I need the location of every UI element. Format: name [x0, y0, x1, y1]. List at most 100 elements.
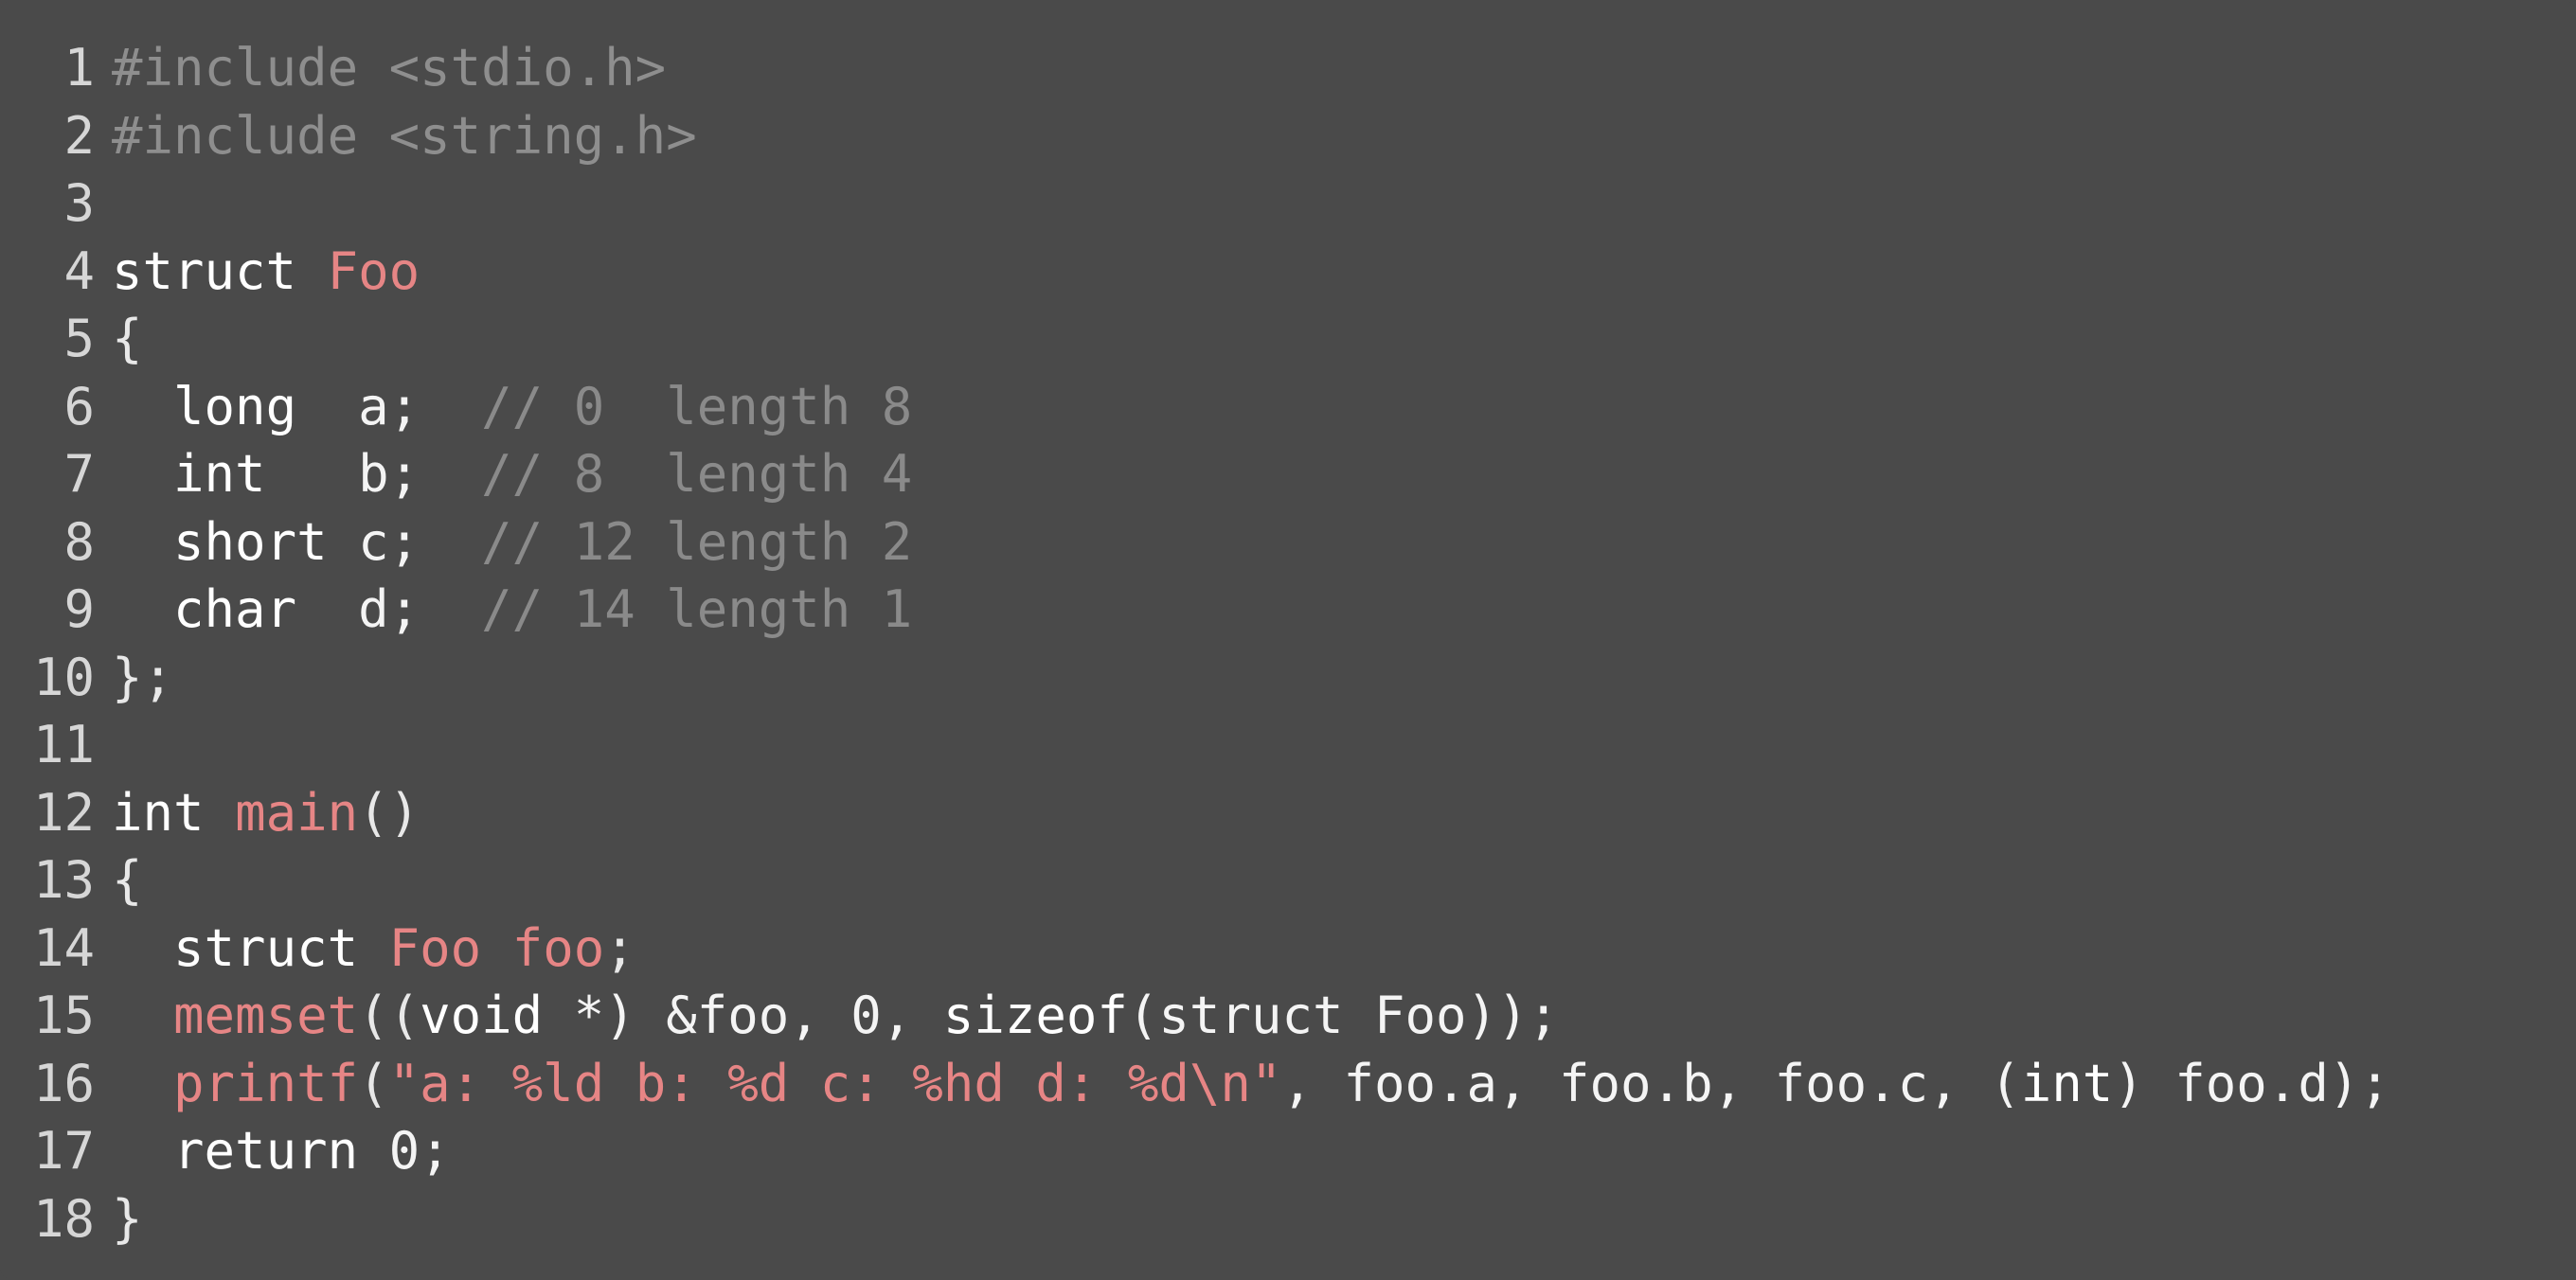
code-line[interactable]: 18}	[0, 1185, 2576, 1253]
line-number: 13	[32, 850, 95, 910]
line-number: 9	[63, 579, 95, 639]
line-code[interactable]: #include <string.h>	[95, 102, 2576, 170]
code-line[interactable]: 16 printf("a: %ld b: %d c: %hd d: %d\n",…	[0, 1050, 2576, 1118]
code-token-punct: {	[112, 850, 143, 910]
line-code[interactable]: int b; // 8 length 4	[95, 440, 2576, 508]
code-token-type: short	[173, 511, 328, 572]
line-code[interactable]: struct Foo	[95, 238, 2576, 306]
code-token-punct: }	[112, 1188, 143, 1249]
code-token-kw: struct	[112, 240, 297, 301]
line-code[interactable]: short c; // 12 length 2	[95, 508, 2576, 577]
line-number: 7	[63, 444, 95, 504]
code-token-type: int	[112, 782, 205, 843]
line-number: 12	[32, 782, 95, 843]
line-code[interactable]: #include <stdio.h>	[95, 34, 2576, 102]
code-token-name: Foo	[327, 240, 420, 301]
line-number: 8	[63, 511, 95, 572]
code-token-punct: ()	[358, 782, 420, 843]
code-line[interactable]: 12 int main()	[0, 779, 2576, 847]
code-line[interactable]: 2 #include <string.h>	[0, 102, 2576, 170]
code-token-name: foo	[511, 917, 605, 978]
code-token-type: int	[2020, 1053, 2114, 1113]
code-token-type: int	[173, 444, 266, 504]
code-token-cmt: // 8 length 4	[481, 444, 913, 504]
line-number: 5	[63, 309, 95, 368]
code-token-type: char	[173, 579, 297, 639]
code-token-plain: , foo.a, foo.b, foo.c, (	[1281, 1053, 2021, 1113]
code-token-cmt: // 14 length 1	[481, 579, 913, 639]
code-token-fn: main	[235, 782, 359, 843]
code-token-str: "a: %ld b: %d c: %hd d: %d\n"	[388, 1053, 1282, 1113]
code-token-cmt: // 12 length 2	[481, 511, 913, 572]
line-code[interactable]: memset((void *) &foo, 0, sizeof(struct F…	[95, 982, 2576, 1050]
line-code[interactable]: {	[95, 846, 2576, 915]
code-token-kw: struct	[173, 917, 359, 978]
line-number: 11	[32, 715, 95, 774]
line-number: 3	[63, 173, 95, 233]
code-token-punct: (	[358, 1053, 389, 1113]
code-token-plain: d;	[296, 579, 482, 639]
line-code[interactable]: return 0;	[95, 1117, 2576, 1185]
code-line[interactable]: 9 char d; // 14 length 1	[0, 576, 2576, 644]
code-line[interactable]: 4 struct Foo	[0, 238, 2576, 306]
code-line[interactable]: 7 int b; // 8 length 4	[0, 440, 2576, 508]
line-code[interactable]: printf("a: %ld b: %d c: %hd d: %d\n", fo…	[95, 1050, 2576, 1118]
code-token-plain: a;	[296, 376, 482, 436]
code-token-plain: c;	[327, 511, 482, 572]
code-token-pre: #include <string.h>	[112, 105, 697, 166]
code-token-kw: sizeof	[942, 986, 1128, 1045]
line-code[interactable]: int main()	[95, 779, 2576, 847]
code-token-cmt: // 0 length 8	[481, 376, 913, 436]
code-line[interactable]: 11	[0, 711, 2576, 779]
code-token-fn: memset	[173, 986, 359, 1045]
line-code[interactable]: struct Foo foo;	[95, 915, 2576, 983]
code-token-plain: (struct Foo));	[1127, 986, 1560, 1045]
code-line[interactable]: 17 return 0;	[0, 1117, 2576, 1185]
code-line[interactable]: 10};	[0, 644, 2576, 712]
code-line[interactable]: 1 #include <stdio.h>	[0, 34, 2576, 102]
line-code[interactable]: char d; // 14 length 1	[95, 576, 2576, 644]
code-line[interactable]: 14 struct Foo foo;	[0, 915, 2576, 983]
code-line[interactable]: 3	[0, 169, 2576, 238]
line-number: 4	[63, 240, 95, 301]
line-number: 18	[32, 1188, 95, 1249]
code-token-pre: #include <stdio.h>	[112, 38, 667, 98]
code-token-type: long	[173, 376, 297, 436]
code-token-punct: };	[112, 647, 174, 707]
code-token-type: void	[420, 986, 544, 1045]
line-number: 2	[63, 105, 95, 166]
code-token-plain: 0;	[358, 1121, 451, 1181]
code-token-punct: {	[112, 309, 143, 368]
code-token-plain: *) &foo, 0,	[543, 986, 943, 1045]
line-number: 15	[32, 986, 95, 1045]
code-line[interactable]: 5{	[0, 305, 2576, 373]
code-line[interactable]: 15 memset((void *) &foo, 0, sizeof(struc…	[0, 982, 2576, 1050]
line-number: 17	[32, 1121, 95, 1181]
code-token-punct: ;	[604, 917, 635, 978]
line-number: 1	[63, 38, 95, 98]
line-number: 16	[32, 1053, 95, 1113]
code-editor[interactable]: 1 #include <stdio.h> 2 #include <string.h> 3…	[0, 0, 2576, 1280]
line-code[interactable]: long a; // 0 length 8	[95, 373, 2576, 441]
code-line[interactable]: 8 short c; // 12 length 2	[0, 508, 2576, 577]
line-code[interactable]: }	[95, 1185, 2576, 1253]
line-code[interactable]: };	[95, 644, 2576, 712]
code-token-kw: return	[173, 1121, 359, 1181]
line-code[interactable]: {	[95, 305, 2576, 373]
code-line[interactable]: 6 long a; // 0 length 8	[0, 373, 2576, 441]
line-number: 6	[63, 376, 95, 436]
code-token-plain: ) foo.d);	[2113, 1053, 2390, 1113]
code-line[interactable]: 13 {	[0, 846, 2576, 915]
